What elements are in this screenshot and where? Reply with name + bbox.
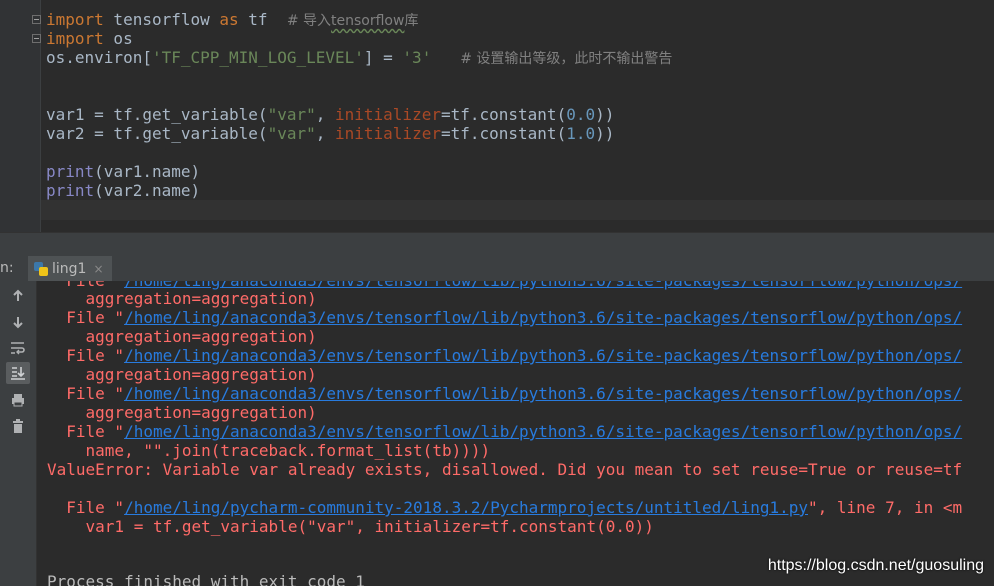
- code-line-6: var1 = tf.get_variable("var", initialize…: [46, 105, 615, 124]
- console-line: name, "".join(traceback.format_list(tb))…: [47, 441, 491, 460]
- run-tab-bar: n: ling1 ×: [0, 256, 994, 282]
- file-link[interactable]: /home/ling/anaconda3/envs/tensorflow/lib…: [124, 422, 962, 441]
- soft-wrap-icon[interactable]: [6, 337, 30, 359]
- code-line-10: print(var2.name): [46, 181, 201, 200]
- console-line: var1 = tf.get_variable("var", initialize…: [47, 517, 654, 536]
- scroll-to-end-icon[interactable]: [6, 362, 30, 384]
- editor-gutter: [0, 0, 41, 232]
- file-link[interactable]: /home/ling/anaconda3/envs/tensorflow/lib…: [124, 346, 962, 365]
- fold-marker-icon[interactable]: [32, 15, 41, 24]
- close-icon[interactable]: ×: [93, 262, 103, 276]
- print-icon[interactable]: [6, 389, 30, 411]
- run-tab-ling1[interactable]: ling1 ×: [28, 256, 112, 281]
- console-line: aggregation=aggregation): [47, 327, 317, 346]
- console-line: aggregation=aggregation): [47, 403, 317, 422]
- console-line: File "/home/ling/anaconda3/envs/tensorfl…: [47, 384, 963, 403]
- code-line-3: os.environ['TF_CPP_MIN_LOG_LEVEL'] = '3'…: [46, 48, 673, 67]
- fold-marker-icon[interactable]: [32, 34, 41, 43]
- value-error-line: ValueError: Variable var already exists,…: [47, 460, 963, 479]
- console-line: aggregation=aggregation): [47, 289, 317, 308]
- file-link[interactable]: /home/ling/anaconda3/envs/tensorflow/lib…: [124, 384, 962, 403]
- trash-icon[interactable]: [6, 415, 30, 437]
- code-line-2: import os: [46, 29, 133, 48]
- code-line-7: var2 = tf.get_variable("var", initialize…: [46, 124, 615, 143]
- process-finished-line: Process finished with exit code 1: [47, 572, 365, 586]
- console-line: aggregation=aggregation): [47, 365, 317, 384]
- current-line-highlight: [41, 200, 994, 220]
- file-link[interactable]: /home/ling/anaconda3/envs/tensorflow/lib…: [124, 308, 962, 327]
- console-line: File "/home/ling/pycharm-community-2018.…: [47, 498, 963, 517]
- run-toolbar: [0, 281, 37, 586]
- code-editor[interactable]: import tensorflow as tf # 导入tensorflow库 …: [0, 0, 994, 232]
- script-file-link[interactable]: /home/ling/pycharm-community-2018.3.2/Py…: [124, 498, 808, 517]
- run-label: n:: [0, 260, 14, 276]
- console-line: File "/home/ling/anaconda3/envs/tensorfl…: [47, 308, 963, 327]
- panel-divider[interactable]: [0, 232, 994, 257]
- code-line-1: import tensorflow as tf # 导入tensorflow库: [46, 10, 419, 29]
- watermark: https://blog.csdn.net/guosuling: [767, 557, 984, 574]
- arrow-up-icon[interactable]: [6, 285, 30, 307]
- arrow-down-icon[interactable]: [6, 311, 30, 333]
- console-output[interactable]: File "/home/ling/anaconda3/envs/tensorfl…: [37, 281, 994, 586]
- python-icon: [34, 261, 48, 276]
- console-line: File "/home/ling/anaconda3/envs/tensorfl…: [47, 346, 963, 365]
- console-line: File "/home/ling/anaconda3/envs/tensorfl…: [47, 422, 963, 441]
- code-line-9: print(var1.name): [46, 162, 201, 181]
- run-tab-label: ling1: [52, 260, 87, 277]
